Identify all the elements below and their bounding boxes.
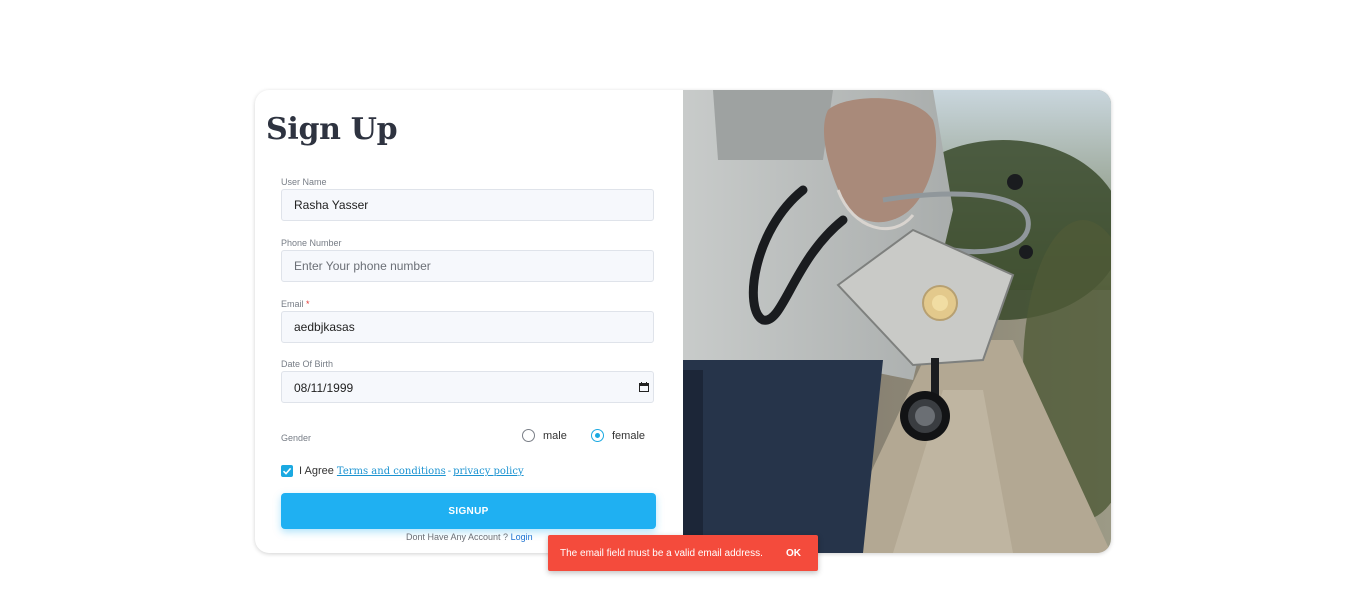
female-radio[interactable] xyxy=(591,429,604,442)
signup-form: Sign Up User Name Phone Number Email * D… xyxy=(255,90,683,553)
female-radio-label: female xyxy=(612,429,646,442)
agree-checkbox[interactable] xyxy=(281,465,293,477)
signup-button[interactable]: SIGNUP xyxy=(281,493,656,529)
hero-image xyxy=(683,90,1111,553)
check-icon xyxy=(282,467,292,475)
calendar-icon[interactable] xyxy=(639,382,649,392)
username-label: User Name xyxy=(281,177,327,187)
login-prompt-text: Dont Have Any Account ? xyxy=(406,532,509,542)
toast-message: The email field must be a valid email ad… xyxy=(560,547,763,559)
email-label: Email * xyxy=(281,299,310,309)
gender-option-female[interactable]: female xyxy=(591,429,645,442)
dob-input[interactable]: 08/11/1999 xyxy=(281,371,654,403)
terms-link[interactable]: Terms and conditions xyxy=(337,466,446,477)
username-input[interactable] xyxy=(281,189,654,221)
gender-option-male[interactable]: male xyxy=(522,429,567,442)
error-toast: The email field must be a valid email ad… xyxy=(548,535,818,571)
signup-card: Sign Up User Name Phone Number Email * D… xyxy=(255,90,1111,553)
email-input[interactable] xyxy=(281,311,654,343)
male-radio[interactable] xyxy=(522,429,535,442)
phone-input[interactable] xyxy=(281,250,654,282)
agree-row: I Agree Terms and conditions - privacy pol… xyxy=(281,465,524,477)
login-prompt: Dont Have Any Account ? Login xyxy=(406,532,533,542)
doctor-mask-image xyxy=(683,90,1111,553)
required-mark: * xyxy=(306,299,310,309)
page-title: Sign Up xyxy=(266,112,398,147)
gender-label: Gender xyxy=(281,433,312,443)
agree-label: I Agree xyxy=(299,465,334,477)
link-separator: - xyxy=(447,466,452,477)
privacy-link[interactable]: privacy policy xyxy=(453,466,524,477)
phone-label: Phone Number xyxy=(281,238,342,248)
dob-label: Date Of Birth xyxy=(281,359,334,369)
login-link[interactable]: Login xyxy=(511,532,533,542)
email-label-text: Email xyxy=(281,299,304,309)
agree-text: I Agree Terms and conditions - privacy pol… xyxy=(299,465,524,477)
dob-value: 08/11/1999 xyxy=(294,381,354,395)
male-radio-label: male xyxy=(543,429,567,442)
toast-ok-button[interactable]: OK xyxy=(786,548,801,559)
